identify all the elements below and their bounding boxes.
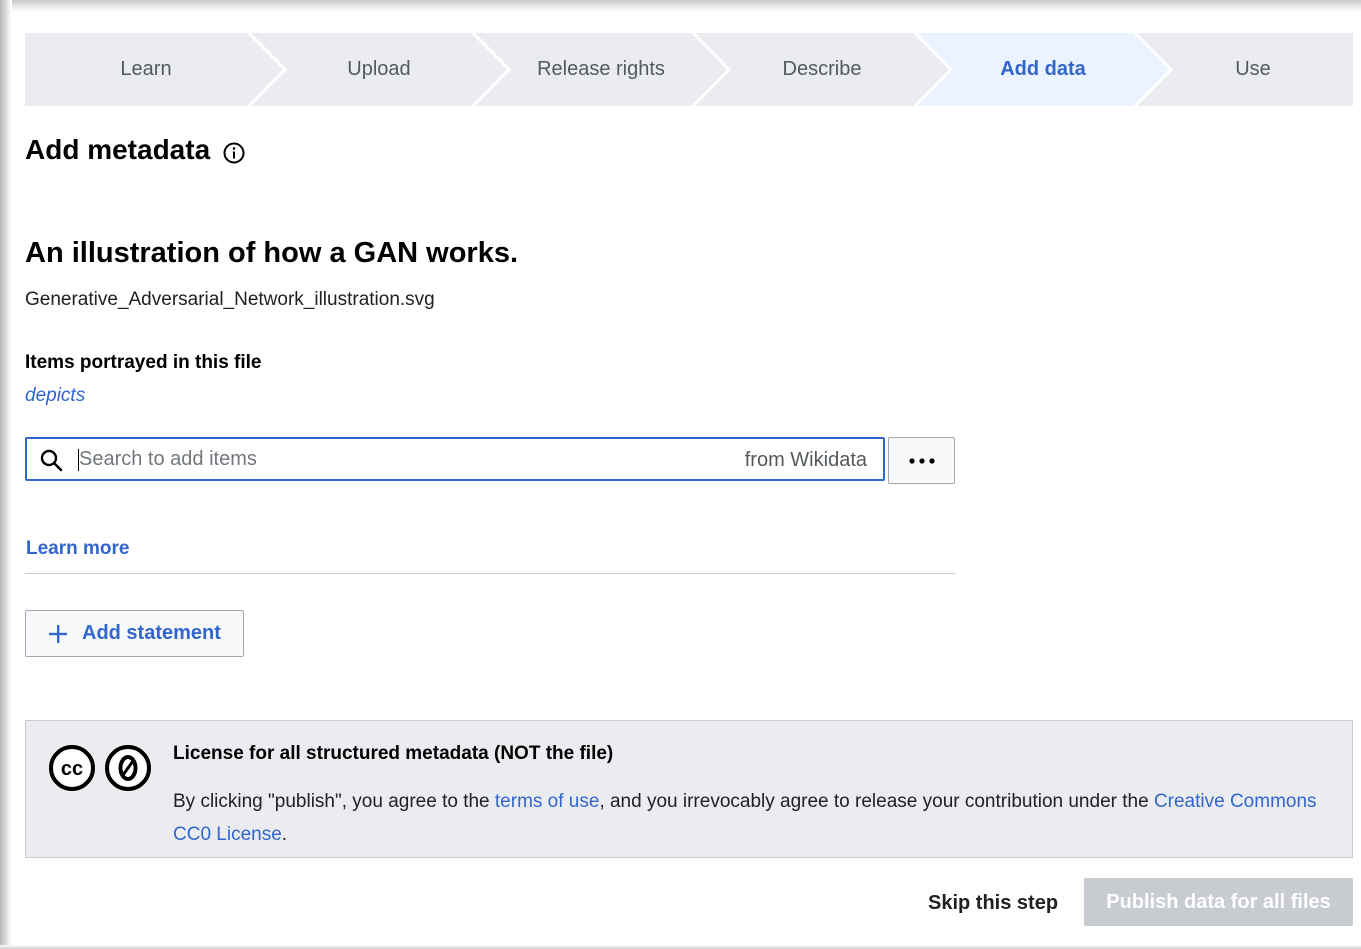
search-input[interactable]	[79, 443, 679, 475]
license-text-before: By clicking "publish", you agree to the	[173, 791, 495, 812]
step-upload: Upload	[347, 58, 411, 80]
search-icon	[39, 448, 63, 472]
depicts-section-heading: Items portrayed in this file	[25, 352, 262, 373]
step-describe: Describe	[782, 58, 862, 80]
info-icon[interactable]	[222, 138, 246, 164]
window-top-edge	[0, 0, 1361, 12]
license-text-middle: , and you irrevocably agree to release y…	[599, 791, 1154, 812]
add-statement-button[interactable]: Add statement	[25, 610, 244, 657]
section-divider	[25, 573, 955, 574]
step-add-data: Add data	[1000, 58, 1086, 80]
depicts-property-link[interactable]: depicts	[25, 383, 85, 409]
page-title: Add metadata	[25, 134, 211, 165]
ellipsis-icon	[908, 457, 935, 464]
license-text-after: .	[281, 824, 288, 845]
license-title: License for all structured metadata (NOT…	[173, 743, 614, 764]
cc-icon: cc	[49, 745, 95, 791]
upload-wizard-steps: Learn Upload Release rights Describe Add…	[25, 33, 1353, 106]
cc-zero-icon	[105, 745, 151, 791]
add-statement-label: Add statement	[82, 622, 221, 644]
plus-icon	[49, 624, 67, 643]
svg-text:cc: cc	[61, 758, 83, 780]
file-caption-title: An illustration of how a GAN works.	[25, 237, 519, 269]
window-left-edge	[0, 0, 12, 949]
license-notice: cc License for all structured metadata (…	[25, 720, 1353, 858]
file-name: Generative_Adversarial_Network_illustrat…	[25, 289, 435, 310]
step-use: Use	[1235, 58, 1271, 80]
license-text: By clicking "publish", you agree to the …	[173, 785, 1333, 851]
depicts-search-box[interactable]: from Wikidata	[25, 437, 885, 481]
more-options-button[interactable]	[888, 437, 955, 484]
publish-button[interactable]: Publish data for all files	[1084, 878, 1353, 926]
skip-step-button[interactable]: Skip this step	[916, 880, 1070, 926]
step-learn: Learn	[120, 58, 172, 80]
window-bottom-edge	[0, 945, 1361, 949]
terms-of-use-link[interactable]: terms of use	[495, 791, 600, 812]
search-source-label: from Wikidata	[744, 449, 867, 471]
step-release-rights: Release rights	[537, 58, 665, 80]
page-heading: Add metadata	[25, 132, 246, 168]
learn-more-link[interactable]: Learn more	[26, 536, 129, 562]
